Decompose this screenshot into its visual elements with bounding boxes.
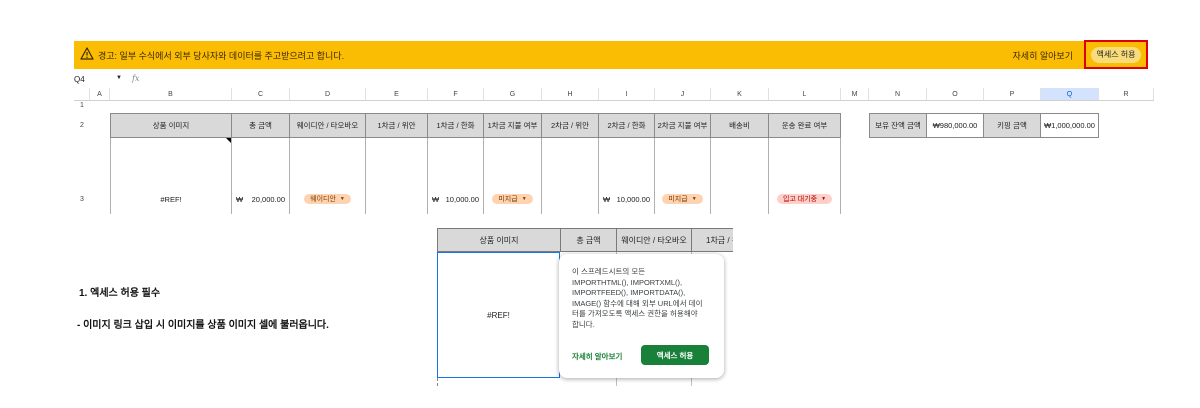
allow-access-highlight: 액세스 허용	[1084, 40, 1148, 69]
column-header-h[interactable]: H	[542, 88, 599, 101]
column-header-d[interactable]: D	[290, 88, 366, 101]
store-chip-label: 웨이디안	[310, 196, 336, 203]
row-header-1[interactable]: 1	[74, 102, 90, 109]
column-header-l[interactable]: L	[769, 88, 841, 101]
first-paid-chip-label: 미지급	[498, 196, 518, 203]
header-shipping-fee[interactable]: 배송비	[710, 113, 769, 138]
select-all-corner[interactable]	[74, 88, 90, 101]
chevron-down-icon: ▼	[821, 196, 827, 202]
formula-bar: Q4 ▼ fx	[74, 72, 1154, 87]
first-cny-cell[interactable]	[365, 138, 428, 214]
column-header-f[interactable]: F	[428, 88, 484, 101]
second-paid-chip-label: 미지급	[668, 196, 688, 203]
learn-more-link[interactable]: 자세히 알아보기	[1013, 49, 1073, 62]
currency-symbol: ₩	[432, 195, 440, 204]
column-header-o[interactable]: O	[927, 88, 984, 101]
first-krw-cell[interactable]: ₩ 10,000.00	[427, 138, 484, 214]
second-krw-value: 10,000.00	[616, 195, 650, 204]
column-header-e[interactable]: E	[366, 88, 428, 101]
zoomed-inset: 상품 이미지 총 금액 웨이디안 / 타오바오 1차금 / 위 #REF! 이 …	[437, 228, 733, 386]
shipping-fee-cell[interactable]	[710, 138, 769, 214]
balance-value[interactable]: ₩980,000.00	[926, 113, 984, 138]
first-paid-chip[interactable]: 미지급 ▼	[492, 194, 533, 204]
second-cny-cell[interactable]	[541, 138, 599, 214]
chevron-down-icon: ▼	[521, 196, 527, 202]
total-amount-cell[interactable]: ₩ 20,000.00	[231, 138, 290, 214]
column-header-b[interactable]: B	[110, 88, 232, 101]
spreadsheet-grid: A B C D E F G H I J K L M N O P Q R 1 2 …	[74, 88, 1154, 214]
currency-symbol: ₩	[603, 195, 611, 204]
second-krw-cell[interactable]: ₩ 10,000.00	[598, 138, 655, 214]
warning-icon	[80, 47, 94, 60]
column-header-c[interactable]: C	[232, 88, 290, 101]
store-cell[interactable]: 웨이디안 ▼	[289, 138, 366, 214]
column-header-m[interactable]: M	[841, 88, 869, 101]
header-second-krw[interactable]: 2차금 / 한화	[598, 113, 655, 138]
popup-message: 이 스프레드시트의 모든 IMPORTHTML(), IMPORTXML(), …	[572, 267, 703, 329]
row-header-2[interactable]: 2	[74, 122, 90, 129]
total-amount-value: 20,000.00	[251, 195, 285, 204]
first-paid-cell[interactable]: 미지급 ▼	[483, 138, 542, 214]
header-second-cny[interactable]: 2차금 / 위안	[541, 113, 599, 138]
header-first-paid[interactable]: 1차금 지불 여부	[483, 113, 542, 138]
allow-access-button[interactable]: 액세스 허용	[1091, 47, 1141, 63]
inset-selected-cell[interactable]: #REF!	[437, 252, 560, 378]
row-header-3[interactable]: 3	[74, 196, 90, 203]
instruction-title: 1. 엑세스 허용 필수	[79, 288, 161, 299]
access-permission-popup: 이 스프레드시트의 모든 IMPORTHTML(), IMPORTXML(), …	[559, 254, 724, 378]
inset-header-store: 웨이디안 / 타오바오	[616, 228, 692, 252]
header-first-cny[interactable]: 1차금 / 위안	[365, 113, 428, 138]
delivery-status-chip-label: 입고 대기중	[782, 196, 818, 203]
warning-banner: 경고: 일부 수식에서 외부 당사자와 데이터를 주고받으려고 합니다. 자세히…	[74, 40, 1148, 69]
keeping-value[interactable]: ₩1,000,000.00	[1040, 113, 1099, 138]
product-image-cell[interactable]: #REF!	[110, 138, 232, 214]
column-header-a[interactable]: A	[90, 88, 110, 101]
inset-cell-value: #REF!	[487, 310, 510, 320]
popup-allow-access-button[interactable]: 액세스 허용	[641, 345, 709, 365]
header-store[interactable]: 웨이디안 / 타오바오	[289, 113, 366, 138]
first-krw-value: 10,000.00	[445, 195, 479, 204]
delivery-status-cell[interactable]: 입고 대기중 ▼	[768, 138, 841, 214]
second-paid-chip[interactable]: 미지급 ▼	[662, 194, 703, 204]
delivery-status-chip[interactable]: 입고 대기중 ▼	[776, 194, 833, 204]
header-second-paid[interactable]: 2차금 지불 여부	[654, 113, 711, 138]
column-header-i[interactable]: I	[599, 88, 655, 101]
name-box[interactable]: Q4	[74, 75, 85, 84]
column-header-j[interactable]: J	[655, 88, 711, 101]
store-chip[interactable]: 웨이디안 ▼	[304, 194, 351, 204]
inset-header-total: 총 금액	[560, 228, 617, 252]
popup-learn-more-link[interactable]: 자세히 알아보기	[572, 351, 622, 362]
header-product-image[interactable]: 상품 이미지	[110, 113, 232, 138]
instruction-detail: - 이미지 링크 삽입 시 이미지를 상품 이미지 셀에 불러옵니다.	[77, 320, 329, 331]
column-header-q[interactable]: Q	[1041, 88, 1099, 101]
header-first-krw[interactable]: 1차금 / 한화	[427, 113, 484, 138]
column-header-g[interactable]: G	[484, 88, 542, 101]
name-box-dropdown-icon[interactable]: ▼	[116, 75, 122, 81]
second-paid-cell[interactable]: 미지급 ▼	[654, 138, 711, 214]
column-header-k[interactable]: K	[711, 88, 769, 101]
keeping-label[interactable]: 키핑 금액	[983, 113, 1041, 138]
column-header-p[interactable]: P	[984, 88, 1041, 101]
chevron-down-icon: ▼	[691, 196, 697, 202]
banner-message: 경고: 일부 수식에서 외부 당사자와 데이터를 주고받으려고 합니다.	[98, 51, 345, 61]
header-delivery-status[interactable]: 운송 완료 여부	[768, 113, 841, 138]
inset-header-first-cny: 1차금 / 위	[691, 228, 733, 252]
header-total-amount[interactable]: 총 금액	[231, 113, 290, 138]
column-header-n[interactable]: N	[869, 88, 927, 101]
product-image-value: #REF!	[160, 195, 182, 204]
column-header-r[interactable]: R	[1099, 88, 1154, 101]
balance-label[interactable]: 보유 잔액 금액	[869, 113, 927, 138]
currency-symbol: ₩	[236, 195, 244, 204]
fx-icon: fx	[132, 74, 140, 83]
chevron-down-icon: ▼	[339, 196, 345, 202]
inset-header-product-image: 상품 이미지	[437, 228, 561, 252]
